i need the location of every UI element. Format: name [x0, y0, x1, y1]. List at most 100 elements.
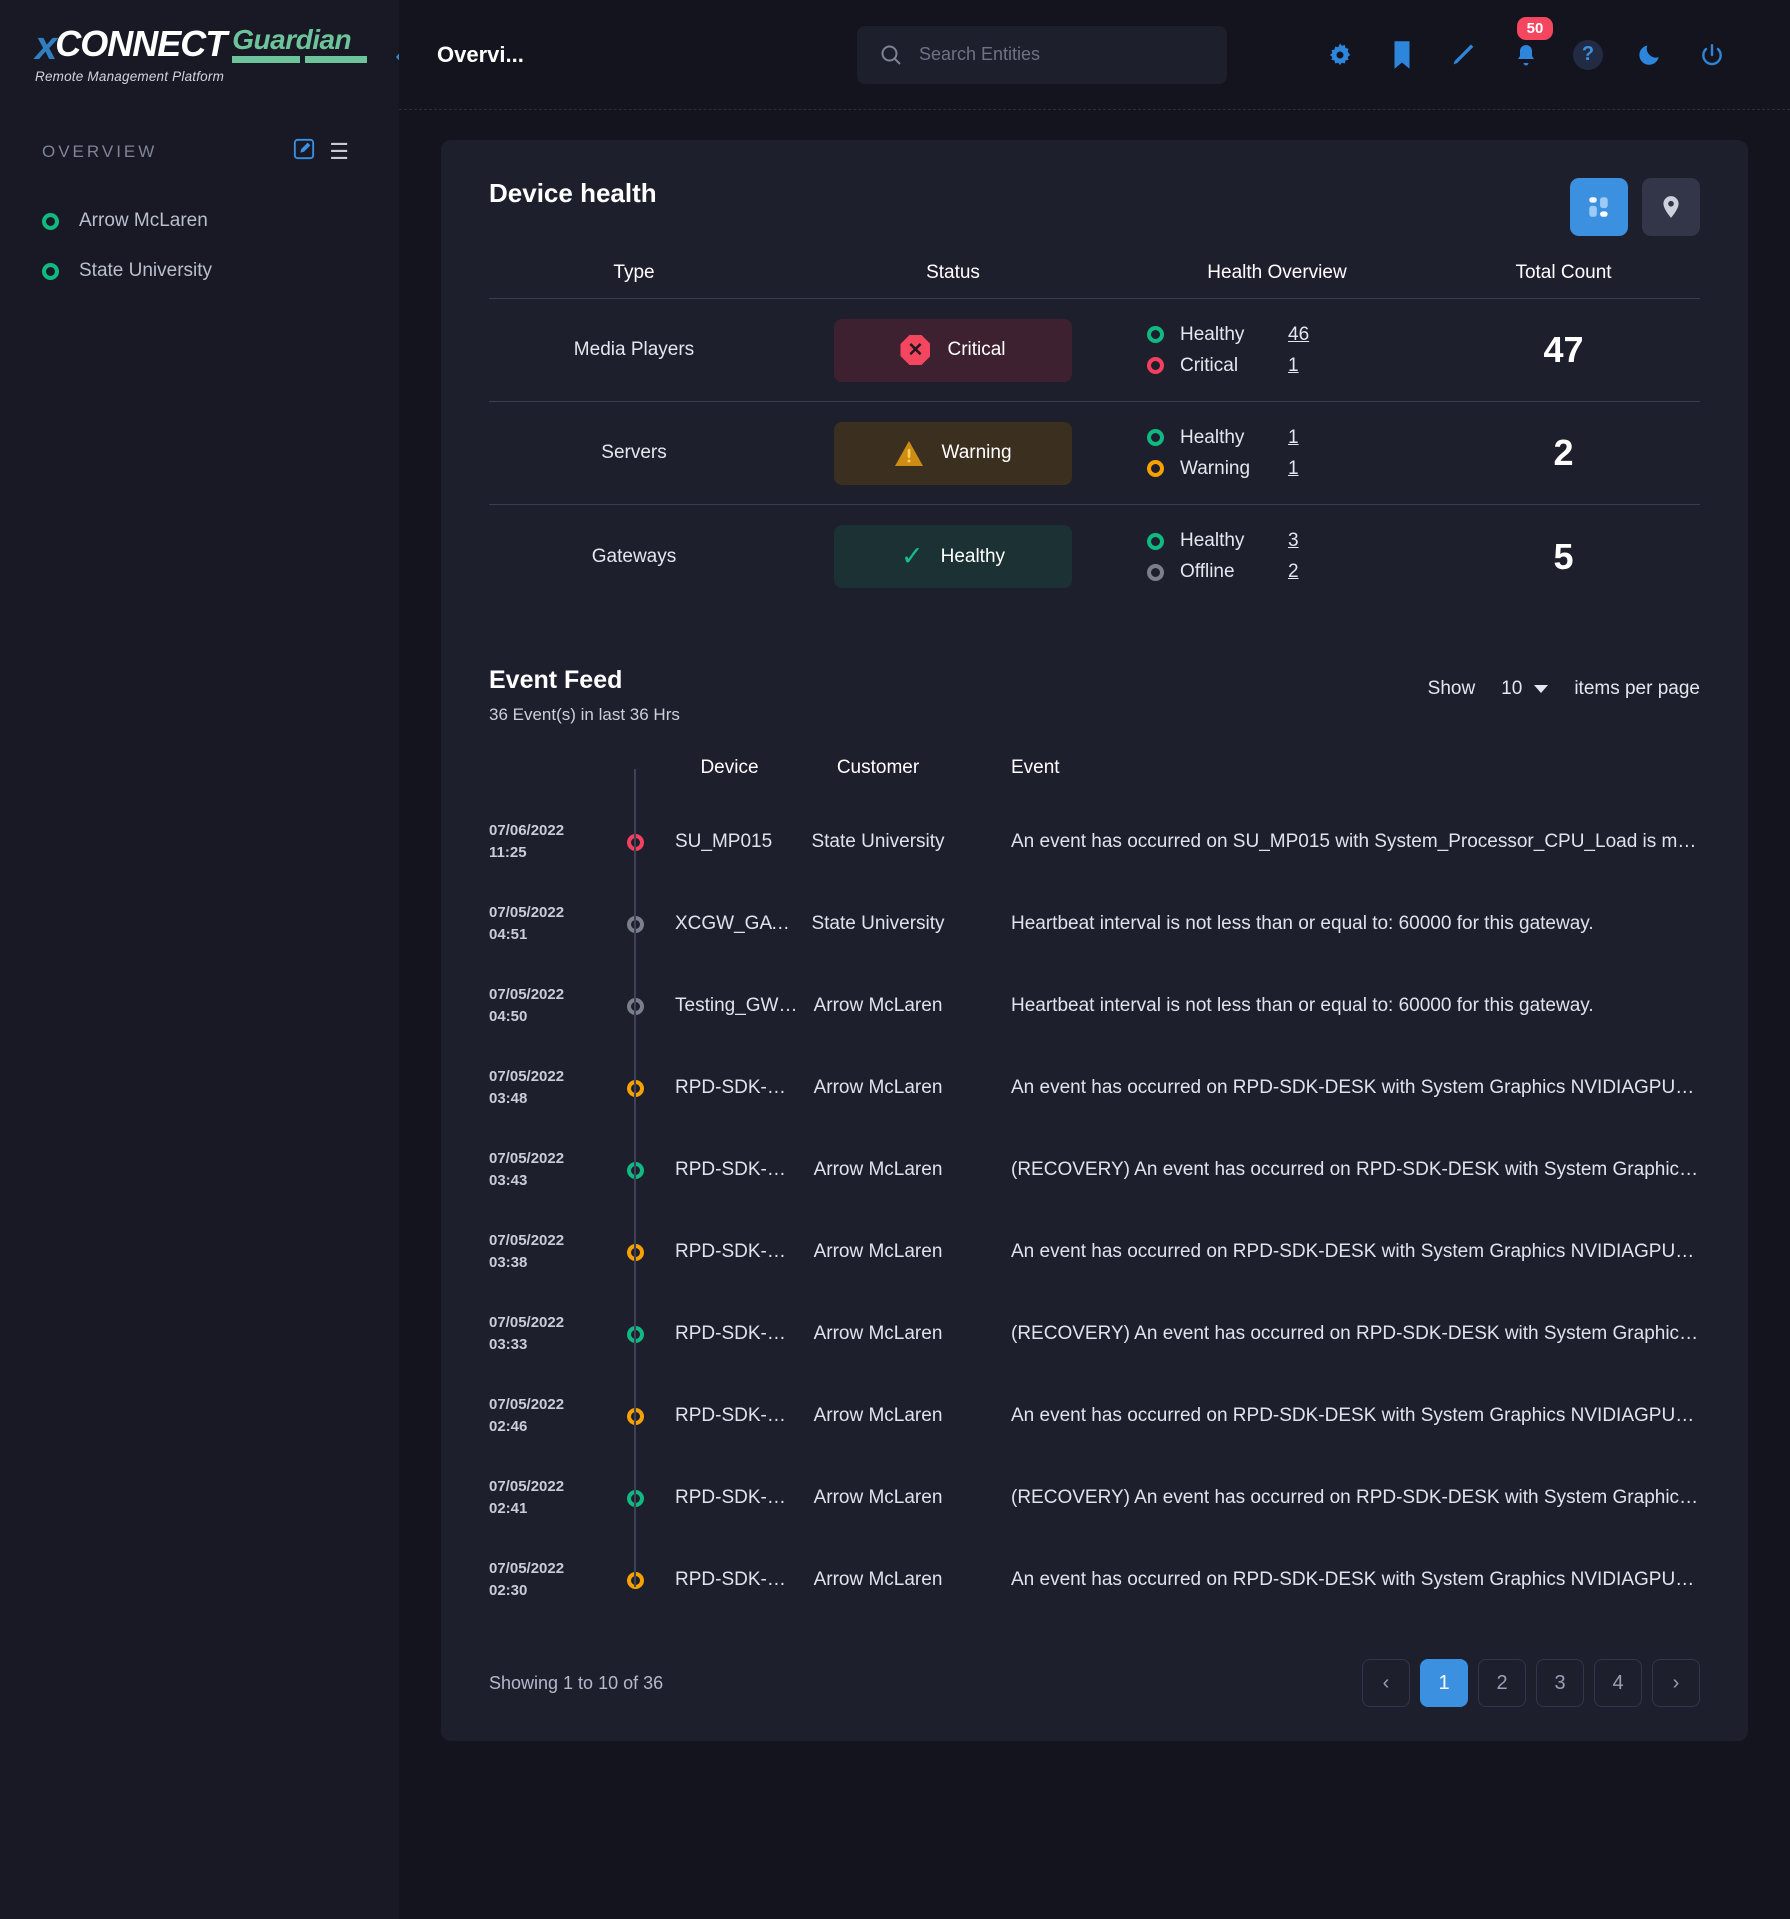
table-row[interactable]: 07/05/2022 03:48 RPD-SDK-D… Arrow McLaren An… — [489, 1047, 1700, 1129]
pagination-next-button[interactable]: › — [1652, 1659, 1700, 1707]
map-view-button[interactable] — [1642, 178, 1700, 236]
content-area: Device health Type Status Health Overvie… — [399, 110, 1790, 1919]
event-device[interactable]: RPD-SDK-D… — [661, 1487, 798, 1509]
health-count[interactable]: 2 — [1288, 561, 1299, 583]
status-badge[interactable]: ✕ Critical — [834, 318, 1072, 382]
overview-card: Device health Type Status Health Overvie… — [441, 140, 1748, 1741]
column-header-device: Device — [700, 757, 759, 778]
table-row[interactable]: 07/05/2022 04:51 XCGW_GAT… State University… — [489, 883, 1700, 965]
event-device[interactable]: Testing_GW_… — [661, 995, 798, 1017]
device-health-header-row: Type Status Health Overview Total Count — [489, 262, 1700, 299]
health-count[interactable]: 46 — [1288, 324, 1309, 346]
brand-logo[interactable]: x CONNECT Guardian Remote Management Pla… — [0, 0, 410, 110]
event-customer: Arrow McLaren — [813, 1241, 943, 1262]
edit-icon[interactable] — [293, 138, 315, 166]
sidebar-section-title: OVERVIEW — [42, 142, 158, 161]
health-line: Warning 1 — [1147, 458, 1427, 480]
event-customer: State University — [811, 913, 945, 934]
health-count[interactable]: 3 — [1288, 530, 1299, 552]
show-label: Show — [1427, 678, 1476, 699]
pagination-page-1[interactable]: 1 — [1420, 1659, 1468, 1707]
list-menu-icon[interactable]: ☰ — [329, 139, 349, 165]
health-count[interactable]: 1 — [1288, 355, 1299, 377]
gear-icon[interactable] — [1324, 39, 1356, 71]
column-header-customer: Customer — [836, 757, 920, 778]
status-ring-icon — [1147, 326, 1164, 343]
event-timestamp: 07/06/2022 11:25 — [489, 822, 565, 861]
logo-underline-bars — [232, 56, 368, 64]
pencil-icon[interactable] — [1448, 39, 1480, 71]
dashboard-view-button[interactable] — [1570, 178, 1628, 236]
search-input[interactable]: Search Entities — [857, 25, 1227, 84]
status-badge[interactable]: Warning — [834, 421, 1072, 485]
table-row[interactable]: 07/06/2022 11:25 SU_MP015 State University A… — [489, 801, 1700, 883]
pagination-prev-button[interactable]: ‹ — [1362, 1659, 1410, 1707]
sidebar-entity-list: Arrow McLaren State University — [0, 196, 399, 296]
page-size-value: 10 — [1501, 678, 1523, 699]
event-feed-footer: Showing 1 to 10 of 36 ‹ 1 2 3 4 › — [489, 1659, 1700, 1707]
event-description: Heartbeat interval is not less than or e… — [1011, 995, 1594, 1016]
table-row[interactable]: 07/05/2022 02:41 RPD-SDK-D… Arrow McLaren (R… — [489, 1457, 1700, 1539]
status-ring-icon — [1147, 532, 1164, 550]
sidebar-item-label: State University — [79, 260, 213, 281]
event-customer: State University — [811, 831, 945, 852]
health-label: Critical — [1180, 354, 1239, 376]
event-customer: Arrow McLaren — [813, 1323, 943, 1344]
pagination-page-4[interactable]: 4 — [1594, 1659, 1642, 1707]
event-device[interactable]: RPD-SDK-D… — [661, 1569, 798, 1591]
bell-icon[interactable]: 50 — [1510, 16, 1553, 71]
table-row[interactable]: 07/05/2022 03:43 RPD-SDK-D… Arrow McLaren (R… — [489, 1129, 1700, 1211]
event-device[interactable]: XCGW_GAT… — [661, 913, 798, 935]
event-timestamp: 07/05/2022 02:46 — [489, 1396, 565, 1435]
pagination-page-3[interactable]: 3 — [1536, 1659, 1584, 1707]
column-header-type: Type — [613, 262, 655, 283]
column-header-health-overview: Health Overview — [1207, 262, 1347, 283]
logo-x-mark: x — [35, 24, 57, 69]
table-row[interactable]: 07/05/2022 03:38 RPD-SDK-D… Arrow McLaren An… — [489, 1211, 1700, 1293]
event-device[interactable]: RPD-SDK-D… — [661, 1241, 798, 1263]
health-line: Healthy 3 — [1147, 530, 1427, 552]
event-device[interactable]: SU_MP015 — [661, 831, 798, 853]
sidebar-item-state-university[interactable]: State University — [0, 246, 399, 296]
table-row[interactable]: 07/05/2022 02:46 RPD-SDK-D… Arrow McLaren An… — [489, 1375, 1700, 1457]
power-icon[interactable] — [1696, 39, 1728, 71]
event-device[interactable]: RPD-SDK-D… — [661, 1077, 798, 1099]
sidebar-item-arrow-mclaren[interactable]: Arrow McLaren — [0, 196, 399, 246]
pagination-page-2[interactable]: 2 — [1478, 1659, 1526, 1707]
sidebar-item-label: Arrow McLaren — [79, 210, 208, 231]
notification-badge: 50 — [1517, 16, 1553, 40]
event-timestamp: 07/05/2022 02:41 — [489, 1478, 565, 1517]
event-device[interactable]: RPD-SDK-D… — [661, 1323, 798, 1345]
status-badge[interactable]: ✓ Healthy — [834, 525, 1072, 588]
status-ring-icon — [1147, 429, 1164, 446]
health-count[interactable]: 1 — [1288, 458, 1299, 480]
help-icon[interactable]: ? — [1572, 39, 1604, 71]
device-health-title: Device health — [489, 178, 657, 208]
table-row[interactable]: Media Players ✕ Critical Healthy 46 Crit… — [489, 299, 1700, 402]
table-row[interactable]: 07/05/2022 04:50 Testing_GW_… Arrow McLaren… — [489, 965, 1700, 1047]
column-header-event: Event — [1011, 757, 1060, 778]
event-device[interactable]: RPD-SDK-D… — [661, 1405, 798, 1427]
timeline-line — [634, 769, 636, 1587]
logo-guardian-text: Guardian — [232, 24, 352, 56]
total-count: 47 — [1543, 329, 1584, 370]
table-row[interactable]: Servers Warning Healthy 1 Warning 1 2 — [489, 402, 1700, 505]
table-row[interactable]: 07/05/2022 02:30 RPD-SDK-D… Arrow McLaren An… — [489, 1539, 1700, 1621]
event-timestamp: 07/05/2022 03:43 — [489, 1150, 565, 1189]
status-label: Critical — [947, 339, 1006, 360]
event-timestamp: 07/05/2022 03:48 — [489, 1068, 565, 1107]
status-label: Healthy — [940, 545, 1006, 567]
health-count[interactable]: 1 — [1288, 427, 1299, 449]
event-description: (RECOVERY) An event has occurred on RPD-… — [1011, 1487, 1700, 1508]
moon-icon[interactable] — [1634, 39, 1666, 71]
pagination: ‹ 1 2 3 4 › — [1362, 1659, 1700, 1707]
table-row[interactable]: 07/05/2022 03:33 RPD-SDK-D… Arrow McLaren (R… — [489, 1293, 1700, 1375]
dashboard-icon — [1589, 197, 1608, 217]
table-row[interactable]: Gateways ✓ Healthy Healthy 3 Offline 2 5 — [489, 505, 1700, 608]
bookmark-icon[interactable] — [1386, 39, 1418, 71]
event-feed-title: Event Feed — [489, 666, 623, 694]
event-feed-subtitle: 36 Event(s) in last 36 Hrs — [489, 705, 680, 724]
status-ring-icon — [42, 212, 59, 230]
event-device[interactable]: RPD-SDK-D… — [661, 1159, 798, 1181]
page-size-select[interactable]: 10 — [1501, 678, 1549, 700]
